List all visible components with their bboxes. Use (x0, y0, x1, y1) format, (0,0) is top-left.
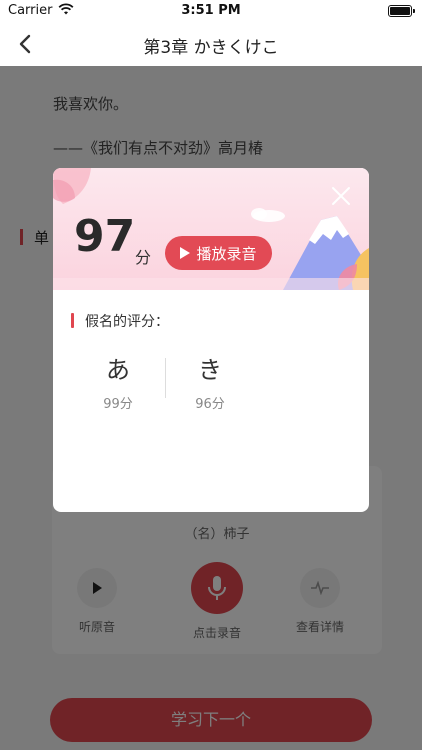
kana-section-title: 假名的评分： (85, 314, 169, 330)
score-unit: 分 (135, 248, 152, 267)
battery-icon (388, 5, 415, 17)
page-title: 第3章 かきくけこ (143, 38, 279, 58)
play-recording-button[interactable]: 播放录音 (165, 236, 272, 270)
kana-score: 96分 (195, 397, 225, 412)
play-icon (180, 247, 191, 259)
nav-bar: 第3章 かきくけこ (0, 22, 422, 66)
kana-divider (165, 358, 166, 398)
modal-header: 97 分 播放录音 (53, 168, 369, 290)
kana-score-item: あ 99分 (83, 350, 153, 412)
status-time: 3:51 PM (181, 3, 241, 18)
kana-section-marker (71, 313, 74, 328)
close-icon[interactable] (330, 185, 352, 207)
kana-score: 99分 (103, 397, 133, 412)
score-modal: 97 分 播放录音 假名的评分： あ 99分 き 96分 (53, 168, 369, 512)
status-bar: Carrier 3:51 PM (0, 0, 422, 22)
kana-score-item: き 96分 (175, 350, 245, 412)
score-value: 97 (74, 211, 136, 262)
kana-char: あ (106, 356, 130, 384)
kana-char: き (198, 356, 222, 384)
play-recording-label: 播放录音 (196, 244, 257, 263)
